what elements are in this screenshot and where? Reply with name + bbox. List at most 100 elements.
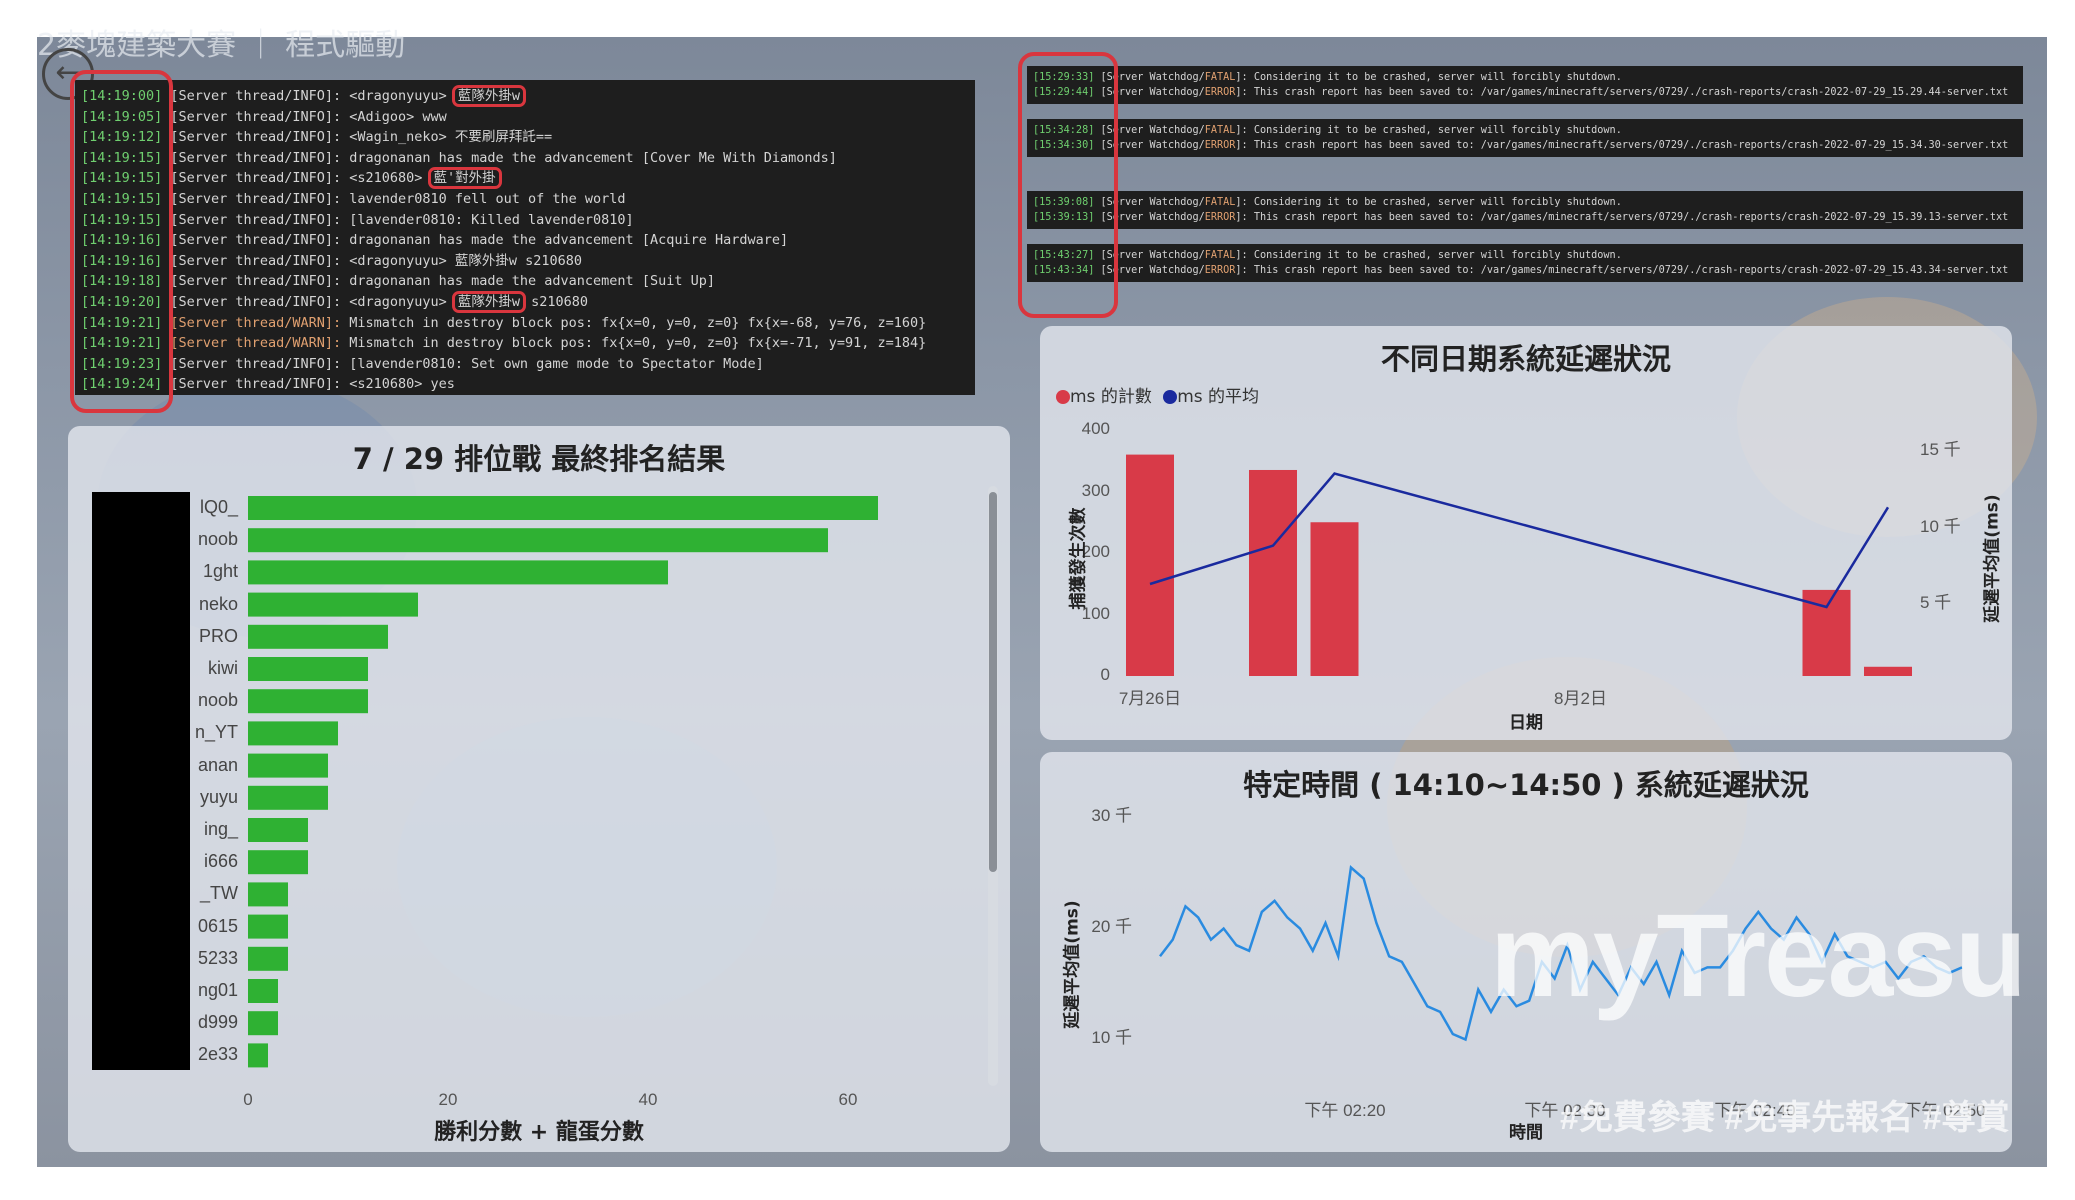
log-message: dragonanan has made the advancement [Cov… [349, 149, 837, 166]
crash-log-line: [15:43:34] [Server Watchdog/ERROR]: This… [1033, 263, 2017, 278]
crash-level: FATAL [1204, 250, 1236, 261]
date-count-bar [1126, 454, 1174, 676]
log-message-tail: s210680 [523, 293, 589, 310]
log-message: <Wagin_neko> 不要刷屏拜託== [349, 129, 553, 146]
log-message: lavender0810 fell out of the world [349, 190, 626, 207]
log-message: <Adigoo> www [349, 108, 447, 125]
crash-log-line: [15:39:13] [Server Watchdog/ERROR]: This… [1033, 210, 2017, 225]
timestamp-highlight-frame [70, 70, 173, 413]
date-left-tick: 0 [1100, 665, 1110, 684]
ranking-bar [248, 882, 288, 907]
ranking-bar [248, 850, 308, 875]
log-source: [Server thread/INFO]: [162, 273, 350, 290]
log-source: [Server thread/INFO]: [162, 232, 350, 249]
ranking-bar [248, 592, 418, 617]
ranking-bar [248, 689, 368, 714]
log-line: [14:19:16] [Server thread/INFO]: dragona… [81, 230, 975, 251]
log-message: dragonanan has made the advancement [Sui… [349, 273, 715, 290]
date-right-tick: 5 千 [1920, 593, 1952, 613]
log-line: [14:19:24] [Server thread/INFO]: <s21068… [81, 374, 975, 395]
ranking-bar [248, 560, 668, 585]
date-count-bar [1249, 469, 1297, 676]
log-message: Mismatch in destroy block pos: fx{x=0, y… [349, 335, 927, 352]
crash-log-box: [15:34:28] [Server Watchdog/FATAL]: Cons… [1027, 119, 2023, 157]
highlighted-message: 藍隊外掛w [451, 290, 527, 313]
log-line: [14:19:05] [Server thread/INFO]: <Adigoo… [81, 107, 975, 128]
date-x-axis-title: 日期 [1509, 713, 1543, 733]
crash-level: FATAL [1204, 197, 1236, 208]
ranking-bar [248, 785, 328, 810]
date-right-tick: 15 千 [1920, 440, 1961, 459]
crash-level: ERROR [1204, 212, 1236, 223]
crash-log-line: [15:34:28] [Server Watchdog/FATAL]: Cons… [1033, 123, 2017, 138]
date-count-bar [1310, 522, 1359, 676]
scrollbar-track[interactable] [988, 486, 998, 1086]
log-source: [Server thread/INFO]: [162, 293, 350, 310]
log-line: [14:19:16] [Server thread/INFO]: <dragon… [81, 251, 975, 272]
log-line: [14:19:15] [Server thread/INFO]: lavende… [81, 189, 975, 210]
log-line: [14:19:21] [Server thread/WARN]: Mismatc… [81, 333, 975, 354]
log-source: [Server thread/INFO]: [162, 88, 350, 104]
log-source: [Server thread/INFO]: [162, 108, 350, 125]
ranking-bar [248, 624, 388, 649]
ranking-x-axis-title: 勝利分數 + 龍蛋分數 [434, 1120, 644, 1145]
brand-watermark: myTreasu [1490, 890, 2027, 1022]
log-message: <dragonyuyu> [349, 88, 455, 104]
ranking-bar [248, 914, 288, 939]
log-line: [14:19:15] [Server thread/INFO]: <s21068… [81, 167, 975, 190]
scrollbar-thumb[interactable] [989, 492, 997, 872]
crash-level: ERROR [1204, 265, 1236, 276]
date-right-axis-title: 延遲平均值(ms) [1982, 494, 2003, 623]
crash-text: ]: Considering it to be crashed, server … [1235, 197, 1622, 208]
redaction-block [92, 492, 190, 1070]
crash-timestamp-highlight-frame [1018, 52, 1118, 318]
ranking-bar [248, 818, 308, 842]
log-line: [14:19:00] [Server thread/INFO]: <dragon… [81, 85, 975, 107]
ranking-chart-area: lQ0_ noob 1ght neko PRO kiwi noob n_YT anan yuyu i… [68, 426, 1010, 1152]
log-line: [14:19:15] [Server thread/INFO]: [lavend… [81, 210, 975, 231]
crash-log-line: [15:43:27] [Server Watchdog/FATAL]: Cons… [1033, 248, 2017, 263]
log-message: [lavender0810: Set own game mode to Spec… [349, 355, 764, 372]
ranking-bar [248, 496, 878, 520]
ranking-chart-panel: 7 / 29 排位戰 最終排名結果 lQ0_ noob 1ght neko PRO kiw… [68, 426, 1010, 1152]
log-line: [14:19:21] [Server thread/WARN]: Mismatc… [81, 313, 975, 334]
date-count-bar [1864, 666, 1912, 676]
log-message: <s210680> [349, 170, 431, 187]
date-right-tick: 10 千 [1920, 516, 1961, 536]
log-source: [Server thread/INFO]: [162, 376, 350, 393]
ranking-bar [248, 528, 828, 553]
log-source: [Server thread/WARN]: [162, 335, 350, 352]
log-line: [14:19:12] [Server thread/INFO]: <Wagin_… [81, 127, 975, 148]
time-y-tick: 30 千 [1091, 806, 1132, 825]
log-source: [Server thread/INFO]: [162, 211, 350, 228]
log-message: <dragonyuyu> [349, 293, 455, 310]
log-source: [Server thread/INFO]: [162, 190, 350, 207]
date-latency-panel: 不同日期系統延遲狀況 ms 的計數 ms 的平均 0 100 200 300 400 5 … [1040, 326, 2012, 740]
date-left-axis-title: 捕獲發生次數 [1068, 507, 1089, 610]
ranking-bar [248, 1011, 278, 1036]
crash-text: ]: Considering it to be crashed, server … [1235, 250, 1622, 261]
ranking-bar [248, 979, 278, 1003]
crash-log-line: [15:29:33] [Server Watchdog/FATAL]: Cons… [1033, 70, 2017, 85]
time-y-axis-title: 延遲平均值(ms) [1062, 900, 1083, 1029]
date-x-tick: 7月26日 [1118, 689, 1182, 708]
log-source: [Server thread/INFO]: [162, 170, 350, 187]
log-line: [14:19:23] [Server thread/INFO]: [lavend… [81, 354, 975, 375]
crash-level: ERROR [1204, 140, 1236, 151]
log-message: <s210680> yes [349, 376, 455, 393]
highlighted-message: 藍'對外掛 [427, 167, 502, 190]
log-message: [lavender0810: Killed lavender0810] [349, 211, 634, 228]
tagline-watermark: #免費參賽 #免事先報名 #尊賞 [1560, 1099, 2010, 1137]
crash-text: ]: Considering it to be crashed, server … [1235, 72, 1622, 83]
crash-log-box: [15:43:27] [Server Watchdog/FATAL]: Cons… [1027, 244, 2023, 282]
highlighted-message: 藍隊外掛w [451, 85, 527, 107]
crash-level: FATAL [1204, 72, 1236, 83]
date-x-tick: 8月2日 [1554, 689, 1607, 708]
log-source: [Server thread/INFO]: [162, 252, 350, 269]
crash-level: FATAL [1204, 125, 1236, 136]
ranking-x-tick: 0 [243, 1090, 253, 1109]
ranking-bar [248, 721, 338, 746]
crash-level: ERROR [1204, 87, 1236, 98]
log-message: <dragonyuyu> 藍隊外掛w s210680 [349, 252, 583, 269]
date-latency-chart [1126, 454, 1912, 676]
